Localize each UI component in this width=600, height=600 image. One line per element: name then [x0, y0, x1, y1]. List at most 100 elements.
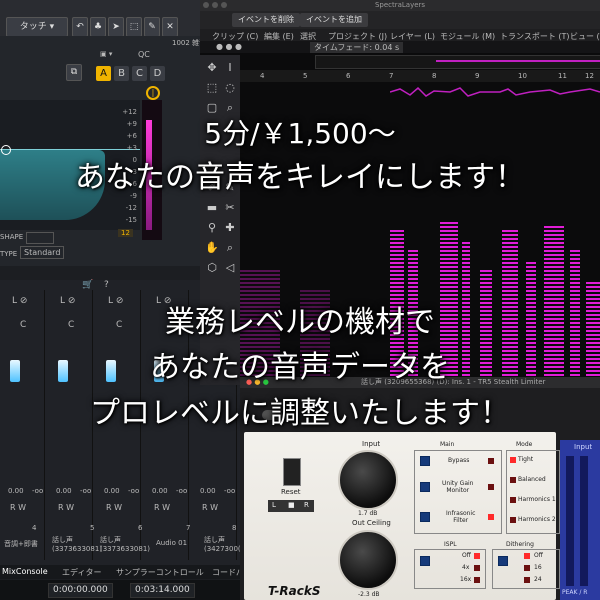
- ceiling-value: -2.3 dB: [358, 591, 380, 598]
- ruler-tick: 8: [432, 72, 437, 80]
- lasso-tool-icon[interactable]: ◌: [222, 81, 238, 94]
- dither-24: 24: [534, 576, 542, 583]
- ruler-tick: 6: [346, 72, 351, 80]
- heal-tool-icon[interactable]: ✚: [222, 221, 238, 234]
- ruler-tick: 4: [260, 72, 265, 80]
- cube-tool-icon[interactable]: ⬡: [204, 261, 220, 274]
- ceiling-knob[interactable]: [338, 530, 398, 590]
- input-knob[interactable]: [338, 450, 398, 510]
- dither-24-led[interactable]: [524, 577, 530, 583]
- preset-b-button[interactable]: B: [114, 66, 129, 81]
- unity-gain-button[interactable]: [420, 482, 430, 492]
- channel-number: 6: [138, 524, 143, 532]
- arrow-tool-icon[interactable]: ➤: [108, 17, 124, 37]
- left-channel-button[interactable]: L: [272, 501, 276, 509]
- read-write-buttons[interactable]: R W: [106, 503, 122, 512]
- ispl-16x-led[interactable]: [474, 577, 480, 583]
- dither-off: Off: [534, 552, 543, 559]
- channel-number: 7: [186, 524, 191, 532]
- main-label: Main: [440, 441, 455, 448]
- range-tool-icon[interactable]: ⬚: [126, 17, 142, 37]
- ispl-label: ISPL: [444, 541, 457, 548]
- touch-mode-select[interactable]: タッチ ▾: [6, 17, 68, 37]
- copy-icon[interactable]: ⧉: [66, 64, 82, 81]
- eraser-tool-icon[interactable]: ▬: [204, 201, 220, 214]
- tab-mixconsole[interactable]: MixConsole: [2, 567, 48, 576]
- tab-editor[interactable]: エディター: [62, 567, 101, 578]
- window-close-icon[interactable]: [203, 2, 209, 8]
- mode-harmonics2-led[interactable]: [510, 517, 516, 523]
- ispl-4x-led[interactable]: [474, 565, 480, 571]
- preset-c-button[interactable]: C: [132, 66, 147, 81]
- text-tool-icon[interactable]: I: [222, 61, 238, 74]
- channel-name[interactable]: Audio 01: [156, 539, 187, 547]
- channel-peak: -oo: [176, 487, 188, 495]
- pipette-tool-icon[interactable]: ⚲: [204, 221, 220, 234]
- tab-sampler[interactable]: サンプラーコントロール: [116, 567, 204, 578]
- layer-toggle-icons[interactable]: ● ● ●: [216, 42, 242, 51]
- window-zoom-icon[interactable]: [221, 2, 227, 8]
- channel-name[interactable]: 話し声 (3373633081): [52, 535, 102, 553]
- mode-balanced-led[interactable]: [510, 477, 516, 483]
- power-icon[interactable]: |: [146, 86, 160, 100]
- channel-peak: -oo: [224, 487, 236, 495]
- club-icon[interactable]: ♣: [90, 17, 106, 37]
- lr-selector[interactable]: L ■ R: [268, 500, 314, 512]
- mode-tight-led[interactable]: [510, 457, 516, 463]
- pencil-tool-icon[interactable]: ✎: [144, 17, 160, 37]
- channel-volume: 0.00: [152, 487, 168, 495]
- eraser-tool-icon[interactable]: ✕: [162, 17, 178, 37]
- bypass-button[interactable]: [420, 456, 430, 466]
- help-icon[interactable]: ?: [104, 280, 109, 290]
- bottom-tabs: MixConsole エディター サンプラーコントロール コードパ: [0, 565, 240, 579]
- infrasonic-button[interactable]: [420, 512, 430, 522]
- preset-a-button[interactable]: A: [96, 66, 111, 81]
- dither-button[interactable]: [498, 556, 508, 566]
- ispl-off-led[interactable]: [474, 553, 480, 559]
- reset-switch[interactable]: [283, 458, 301, 486]
- read-write-buttons[interactable]: R W: [10, 503, 26, 512]
- tab-chord[interactable]: コードパ: [212, 567, 240, 578]
- time-start[interactable]: 0:00:00.000: [48, 583, 113, 598]
- right-channel-button[interactable]: R: [304, 501, 309, 509]
- window-minimize-icon[interactable]: [212, 2, 218, 8]
- channel-name[interactable]: 話し声 (3373633081): [100, 535, 150, 553]
- promo-line-adjust: プロレベルに調整いたします！: [90, 396, 510, 431]
- infrasonic-led: [488, 514, 494, 520]
- undo-icon[interactable]: ↶: [72, 17, 88, 37]
- channel-volume: 0.00: [8, 487, 24, 495]
- dither-16-led[interactable]: [524, 565, 530, 571]
- delete-event-button[interactable]: イベントを削除: [232, 13, 300, 27]
- time-ruler[interactable]: 4 5 6 7 8 9 10 11 12: [240, 70, 600, 82]
- overview-bar[interactable]: [315, 55, 600, 69]
- read-write-buttons[interactable]: R W: [202, 503, 218, 512]
- channel-number: 5: [90, 524, 95, 532]
- dither-16: 16: [534, 564, 542, 571]
- time-end[interactable]: 0:03:14.000: [130, 583, 195, 598]
- speaker-tool-icon[interactable]: ◁: [222, 261, 238, 274]
- channel-name[interactable]: 音調+即書: [4, 539, 38, 549]
- dither-off-led[interactable]: [524, 553, 530, 559]
- select-tool-icon[interactable]: ⬚: [204, 81, 220, 94]
- clone-tool-icon[interactable]: ✂: [222, 201, 238, 214]
- link-channel-button[interactable]: ■: [288, 501, 295, 509]
- ispl-button[interactable]: [420, 556, 430, 566]
- infrasonic-label: Infrasonic Filter: [446, 510, 476, 524]
- time-fade-field[interactable]: タイムフェード: 0.04 s: [310, 42, 404, 53]
- mode-harmonics1-led[interactable]: [510, 497, 516, 503]
- promo-headline: あなたの音声をキレイにします！: [75, 160, 525, 195]
- type-select[interactable]: Standard: [20, 246, 65, 259]
- preset-d-button[interactable]: D: [150, 66, 165, 81]
- add-event-button[interactable]: イベントを追加: [300, 13, 368, 27]
- promo-line-equipment: 業務レベルの機材で: [165, 305, 435, 340]
- move-tool-icon[interactable]: ✥: [204, 61, 220, 74]
- read-write-buttons[interactable]: R W: [58, 503, 74, 512]
- cart-icon[interactable]: 🛒: [82, 280, 93, 290]
- save-icon[interactable]: ▣ ▾: [100, 50, 112, 58]
- hand-tool-icon[interactable]: ✋: [204, 241, 220, 254]
- shape-selector[interactable]: [26, 232, 54, 244]
- spectralayers-menu: クリップ (C) 編集 (E) 選択 プロジェクト (J) レイヤー (L) モ…: [200, 29, 600, 41]
- read-write-buttons[interactable]: R W: [154, 503, 170, 512]
- zoom-tool-icon[interactable]: ⌕: [222, 241, 238, 255]
- channel-name[interactable]: 話し声 (3427300(9: [204, 535, 240, 553]
